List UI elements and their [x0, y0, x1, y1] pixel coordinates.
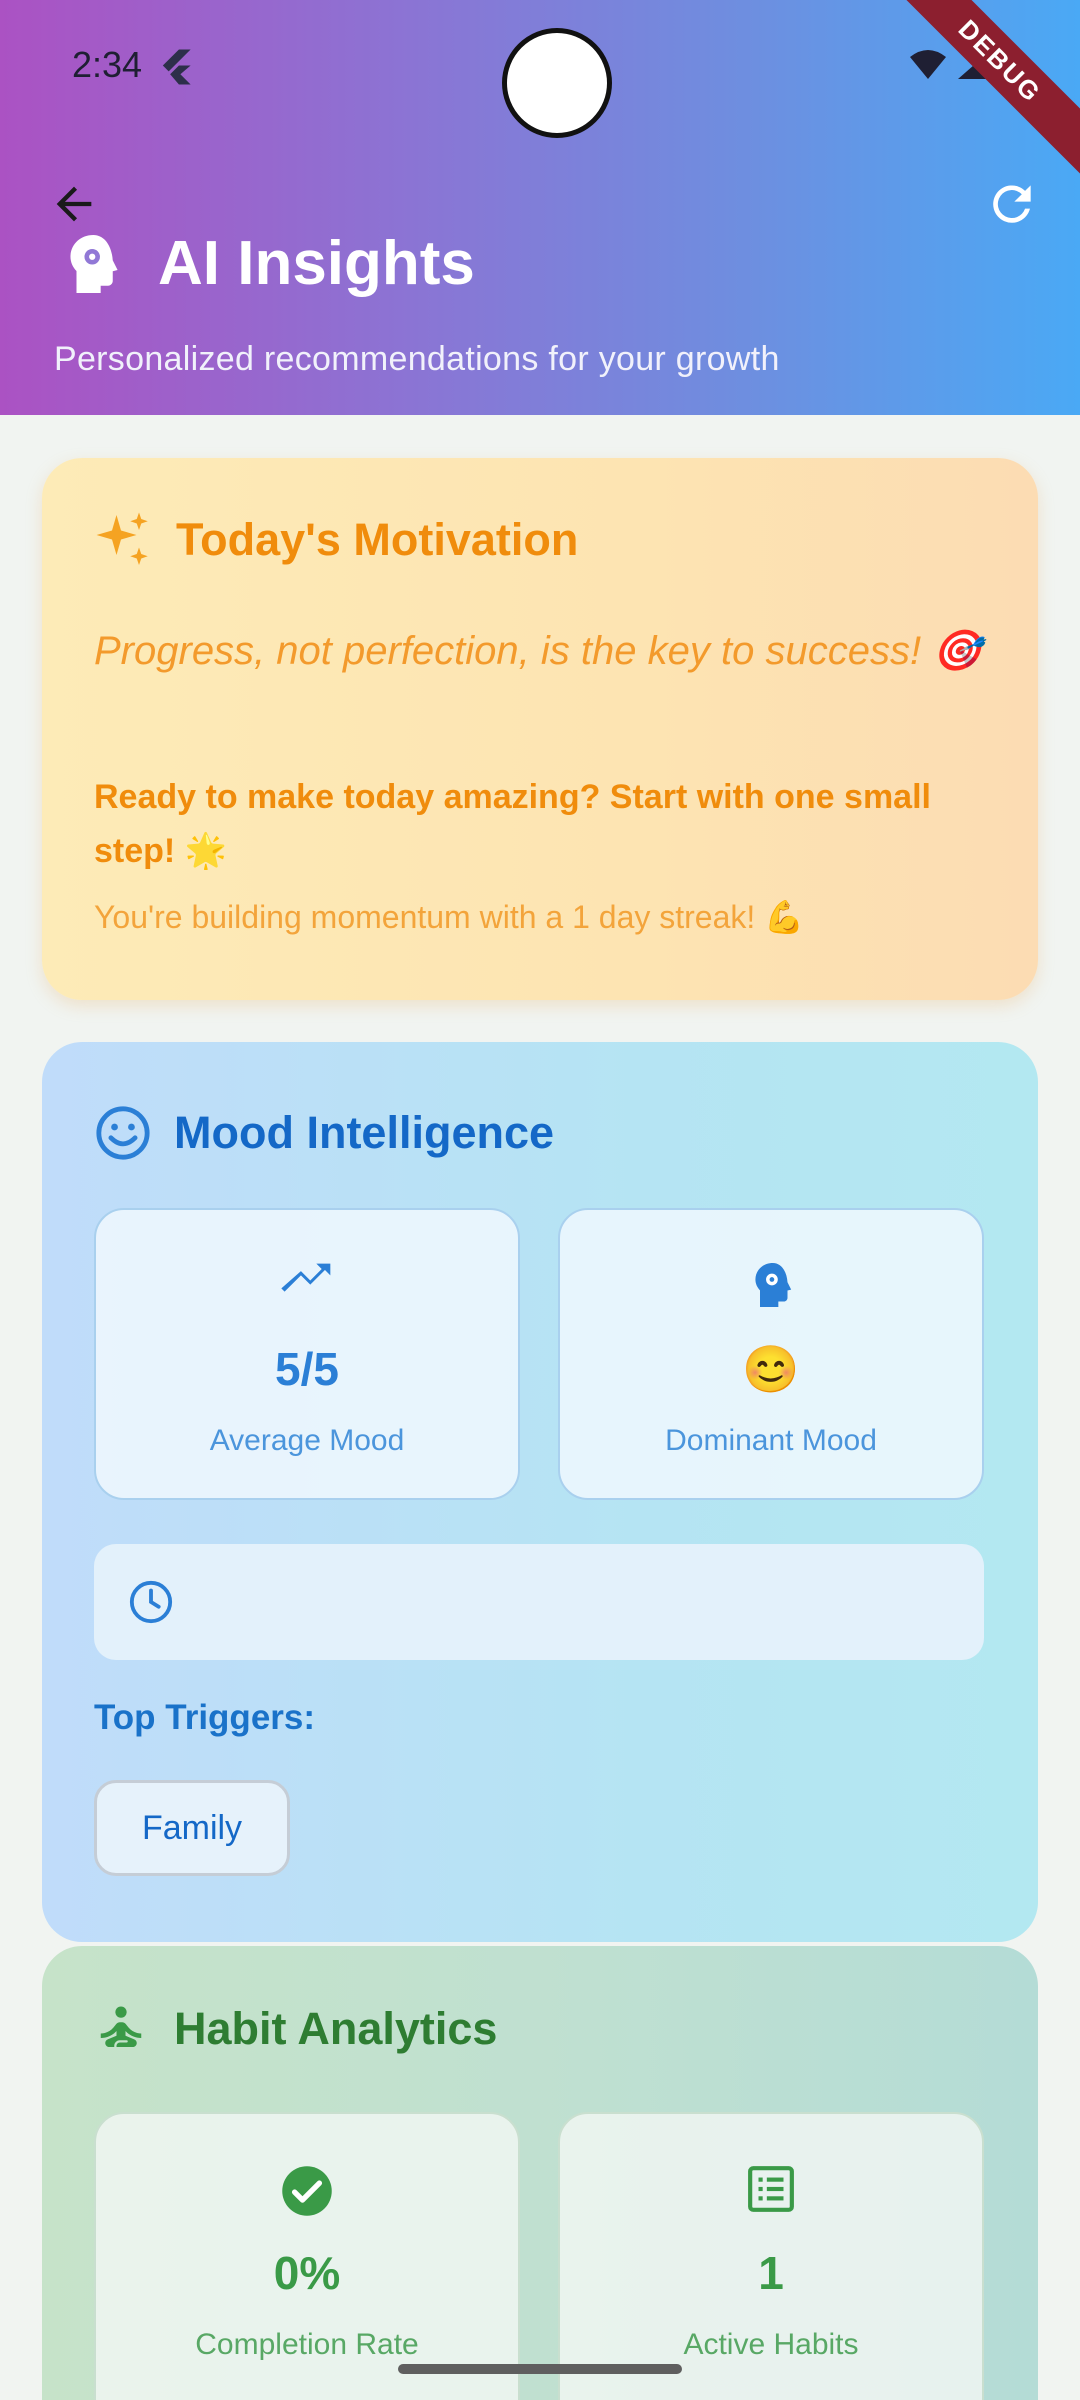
list-icon [748, 2166, 794, 2212]
average-mood-label: Average Mood [209, 1424, 405, 1457]
call-to-action-text: Ready to make today amazing? Start with … [94, 778, 931, 870]
refresh-button[interactable] [984, 176, 1040, 232]
active-habits-stat: 1 Active Habits [558, 2112, 984, 2400]
mood-header: Mood Intelligence [94, 1104, 554, 1162]
habit-title: Habit Analytics [174, 2003, 498, 2054]
debug-banner: DEBUG [877, 0, 1080, 184]
top-triggers-label: Top Triggers: [94, 1698, 316, 1737]
sparkle-icon [96, 512, 148, 565]
completion-rate-stat: 0% Completion Rate [94, 2112, 520, 2400]
app-header: 2:34 DEBUG AI Insights Personalized reco… [0, 0, 1080, 415]
status-time: 2:34 [72, 44, 143, 85]
title-row: AI Insights [62, 228, 475, 299]
wifi-icon [910, 50, 946, 79]
active-habits-label: Active Habits [683, 2328, 859, 2361]
active-habits-value: 1 [758, 2247, 784, 2299]
clock-icon [129, 1580, 173, 1624]
completion-rate-label: Completion Rate [195, 2328, 419, 2361]
average-mood-value: 5/5 [275, 1343, 339, 1395]
trending-up-icon [281, 1263, 331, 1292]
streak-text: You're building momentum with a 1 day st… [94, 899, 805, 935]
flutter-icon [162, 49, 191, 85]
mood-title: Mood Intelligence [174, 1107, 555, 1158]
mood-card: Mood Intelligence 5/5 Average Mood 😊 Dom… [42, 1042, 1038, 1942]
average-mood-stat: 5/5 Average Mood [94, 1208, 520, 1500]
motivation-header: Today's Motivation [94, 510, 578, 570]
motivation-title: Today's Motivation [176, 514, 579, 565]
psychology-icon [755, 1263, 792, 1307]
page-title: AI Insights [158, 229, 475, 298]
camera-cutout [502, 28, 612, 138]
page-subtitle: Personalized recommendations for your gr… [54, 340, 780, 378]
psychology-icon [70, 234, 118, 293]
motivation-card: Today's Motivation Progress, not perfect… [42, 458, 1038, 1000]
dominant-mood-stat: 😊 Dominant Mood [558, 1208, 984, 1500]
meditation-icon [100, 2006, 142, 2047]
smiley-icon [96, 1106, 150, 1160]
time-insight-bar [94, 1544, 984, 1660]
dominant-mood-value: 😊 [742, 1343, 800, 1395]
habit-card: Habit Analytics 0% Completion Rate 1 Act… [42, 1946, 1038, 2400]
dominant-mood-label: Dominant Mood [665, 1424, 877, 1457]
check-circle-icon [282, 2166, 332, 2216]
completion-rate-value: 0% [273, 2247, 341, 2299]
habit-header: Habit Analytics [94, 2002, 497, 2056]
motivation-quote: Progress, not perfection, is the key to … [94, 629, 982, 673]
trigger-chip[interactable]: Family [94, 1780, 290, 1876]
screen: 2:34 DEBUG AI Insights Personalized reco… [0, 0, 1080, 2400]
back-button[interactable] [48, 178, 100, 230]
home-indicator[interactable] [398, 2364, 682, 2374]
